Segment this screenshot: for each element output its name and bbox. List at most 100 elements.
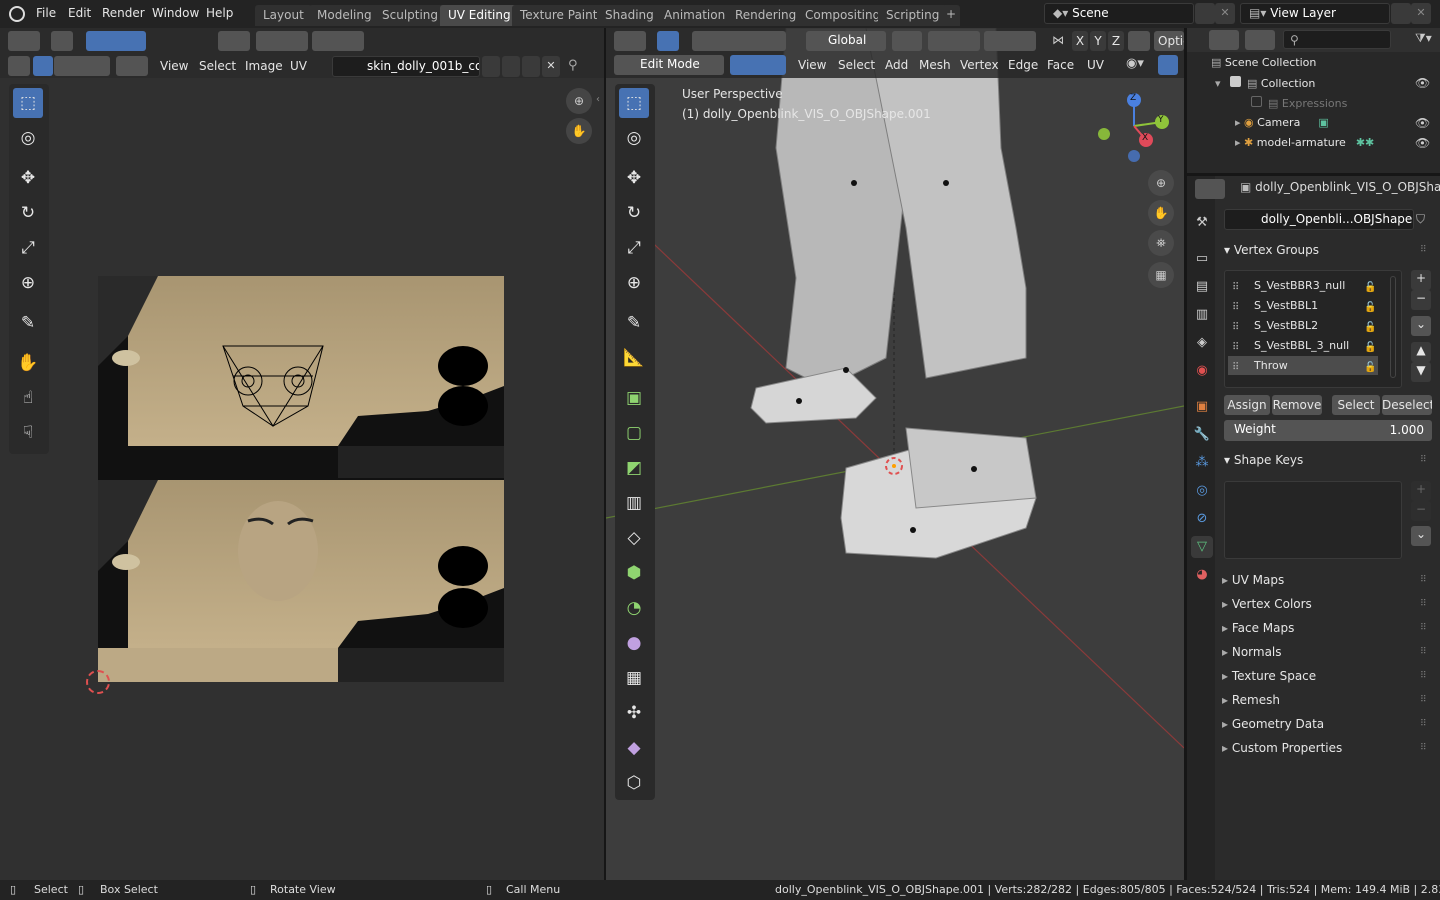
viewport-menu-select[interactable]: Select: [838, 58, 875, 72]
vp-rotate-icon[interactable]: ↻: [619, 198, 649, 228]
tab-layout[interactable]: Layout: [255, 5, 312, 26]
vertex-group-item[interactable]: S_VestBBL_3_null: [1228, 336, 1378, 355]
tab-sculpting[interactable]: Sculpting: [374, 5, 447, 26]
smooth-icon[interactable]: ●: [619, 628, 649, 658]
annotate-icon[interactable]: ✎: [13, 308, 43, 338]
drag-handle-icon[interactable]: ⠿: [1420, 623, 1427, 633]
properties-editor-type-icon[interactable]: [1195, 179, 1225, 199]
mirror-y-button[interactable]: Y: [1090, 31, 1106, 51]
uv-2d-cursor[interactable]: [86, 670, 110, 694]
panel-header-vertex-colors[interactable]: ▸ Vertex Colors: [1222, 597, 1312, 611]
rotate-icon[interactable]: ↻: [13, 198, 43, 228]
uv-menu-uv[interactable]: UV: [290, 59, 307, 73]
auto-merge-icon[interactable]: [1128, 31, 1150, 51]
view-layer-tab-icon[interactable]: ▥: [1191, 304, 1213, 326]
transform-orientation-selector[interactable]: Global: [806, 31, 886, 51]
move-icon[interactable]: ✥: [13, 163, 43, 193]
move-up-icon[interactable]: ▲: [1411, 342, 1431, 362]
options-button[interactable]: Optic: [1154, 31, 1184, 51]
sidebar-toggle-icon[interactable]: ‹: [596, 94, 600, 105]
zoom-icon[interactable]: ⊕: [566, 88, 592, 114]
mirror-x-button[interactable]: X: [1072, 31, 1088, 51]
vp-pan-icon[interactable]: ✋: [1148, 200, 1174, 226]
material-tab-icon[interactable]: ◕: [1191, 564, 1213, 586]
relax-icon[interactable]: ☝: [13, 383, 43, 413]
loop-cut-icon[interactable]: ▥: [619, 488, 649, 518]
drag-handle-icon[interactable]: ⠿: [1420, 245, 1427, 255]
vp-cursor-icon[interactable]: ◎: [619, 123, 649, 153]
vp-perspective-icon[interactable]: ▦: [1148, 262, 1174, 288]
shear-icon[interactable]: ◆: [619, 733, 649, 763]
deselect-button[interactable]: Deselect: [1382, 395, 1432, 415]
new-scene-icon[interactable]: [1195, 3, 1215, 24]
select-box-icon[interactable]: ⬚: [13, 88, 43, 118]
object-tab-icon[interactable]: ▣: [1191, 396, 1213, 418]
viewport-pivot-icon[interactable]: [892, 31, 922, 51]
move-down-icon[interactable]: ▼: [1411, 362, 1431, 382]
outliner-item-expressions[interactable]: ▤ Expressions: [1251, 96, 1347, 116]
vp-zoom-icon[interactable]: ⊕: [1148, 170, 1174, 196]
particles-tab-icon[interactable]: ⁂: [1191, 452, 1213, 474]
mirror-z-button[interactable]: Z: [1108, 31, 1124, 51]
panel-header-uv-maps[interactable]: ▸ UV Maps: [1222, 573, 1284, 587]
editor-type-icon[interactable]: [8, 31, 40, 51]
checkbox-icon[interactable]: [1230, 76, 1242, 87]
tool-tab-icon[interactable]: ⚒: [1191, 212, 1213, 234]
snap-icon[interactable]: [256, 31, 308, 51]
outliner-item-camera[interactable]: ▸ ◉ Camera ▣: [1235, 116, 1329, 136]
mode-selector[interactable]: Edit Mode: [614, 55, 724, 75]
uv-image-canvas[interactable]: [98, 276, 504, 682]
sync-selection-icon[interactable]: [8, 56, 30, 76]
lock-icons[interactable]: 🔓 🔓 🔓 🔓 🔓: [1364, 278, 1376, 378]
add-shape-key-icon[interactable]: +: [1411, 481, 1431, 501]
panel-header-custom-properties[interactable]: ▸ Custom Properties: [1222, 741, 1342, 755]
world-tab-icon[interactable]: ◉: [1191, 360, 1213, 382]
outliner-item-collection[interactable]: ▾ ▤ Collection: [1215, 76, 1315, 96]
vertex-group-item-selected[interactable]: Throw: [1228, 356, 1378, 375]
viewport-snap-icon[interactable]: [928, 31, 980, 51]
scale-icon[interactable]: ⤢: [13, 233, 43, 263]
image-selector[interactable]: skin_dolly_001b_col...: [332, 56, 480, 77]
shape-keys-panel-header[interactable]: ▾ Shape Keys: [1224, 453, 1303, 467]
viewport-select-tool-icon[interactable]: [657, 31, 679, 51]
tab-rendering[interactable]: Rendering: [727, 5, 805, 26]
viewport-menu-mesh[interactable]: Mesh: [919, 58, 951, 72]
bevel-icon[interactable]: ◩: [619, 453, 649, 483]
outliner-editor-type-icon[interactable]: [1209, 30, 1239, 50]
cursor-icon[interactable]: ◎: [13, 123, 43, 153]
blender-logo-icon[interactable]: [9, 6, 25, 22]
checkbox-icon[interactable]: [1251, 96, 1262, 107]
view-layer-selector[interactable]: ▤▾ View Layer: [1240, 3, 1390, 24]
extrude-icon[interactable]: ▣: [619, 383, 649, 413]
viewport-menu-uv[interactable]: UV: [1087, 58, 1104, 72]
viewport-editor-type-icon[interactable]: [614, 31, 646, 51]
uv-menu-image[interactable]: Image: [245, 59, 283, 73]
vp-camera-icon[interactable]: ⛯: [1148, 230, 1174, 256]
inset-icon[interactable]: ▢: [619, 418, 649, 448]
vertex-group-item[interactable]: S_VestBBL1: [1228, 296, 1378, 315]
selection-mode-icons[interactable]: [692, 31, 786, 51]
vp-scale-icon[interactable]: ⤢: [619, 233, 649, 263]
panel-header-face-maps[interactable]: ▸ Face Maps: [1222, 621, 1294, 635]
vertex-groups-panel-header[interactable]: ▾ Vertex Groups: [1224, 243, 1319, 257]
select-mode-icon[interactable]: [86, 31, 146, 51]
add-vertex-group-icon[interactable]: +: [1411, 270, 1431, 290]
drag-handle-icon[interactable]: ⠿: [1420, 455, 1427, 465]
menu-render[interactable]: Render: [102, 6, 145, 20]
poly-build-icon[interactable]: ⬢: [619, 558, 649, 588]
menu-file[interactable]: File: [36, 6, 56, 20]
panel-header-geometry-data[interactable]: ▸ Geometry Data: [1222, 717, 1324, 731]
drag-handle-icon[interactable]: ⠿: [1420, 695, 1427, 705]
visibility-eye-icon[interactable]: 👁: [1415, 76, 1430, 90]
vertex-group-item[interactable]: S_VestBBR3_null: [1228, 276, 1378, 295]
constraints-tab-icon[interactable]: ⊘: [1191, 508, 1213, 530]
panel-header-remesh[interactable]: ▸ Remesh: [1222, 693, 1280, 707]
fake-user-icon[interactable]: [482, 56, 500, 77]
open-image-icon[interactable]: [522, 56, 540, 77]
panel-header-normals[interactable]: ▸ Normals: [1222, 645, 1282, 659]
assign-button[interactable]: Assign: [1224, 395, 1270, 415]
tab-scripting[interactable]: Scripting: [878, 5, 948, 26]
outliner-item-armature[interactable]: ▸ ✱ model-armature ✱✱: [1235, 136, 1374, 156]
navigation-gizmo[interactable]: Z Y X: [1096, 88, 1176, 168]
viewport-menu-edge[interactable]: Edge: [1008, 58, 1038, 72]
